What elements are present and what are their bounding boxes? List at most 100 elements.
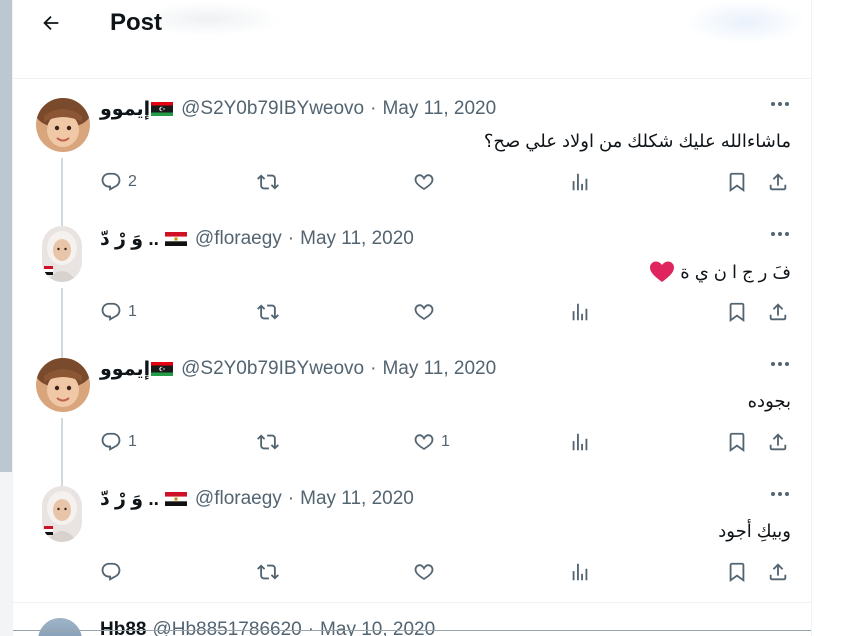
- display-name[interactable]: Hb88: [100, 619, 146, 636]
- tweet[interactable]: وَ رْ دّ .. @floraegy · May 11, 2020 فَ …: [13, 210, 811, 358]
- tweet[interactable]: إيموو @S2Y0b79IBYweovo · May 11, 2020 ما…: [13, 80, 811, 228]
- share-button[interactable]: [767, 560, 789, 584]
- reply-count: 1: [128, 433, 137, 450]
- more-dots-icon: [771, 102, 775, 106]
- heart-icon: [413, 431, 435, 453]
- scrollbar-track: [0, 472, 12, 636]
- more-button[interactable]: [771, 102, 789, 106]
- action-bar: 1 1: [100, 430, 800, 454]
- avatar[interactable]: [36, 98, 90, 152]
- separator: ·: [287, 228, 295, 249]
- tweet[interactable]: وَ رْ دّ .. @floraegy · May 11, 2020 وبي…: [13, 470, 811, 600]
- retweet-icon: [257, 431, 279, 453]
- like-button[interactable]: [413, 170, 441, 194]
- tweet-header: إيموو @S2Y0b79IBYweovo · May 11, 2020: [100, 358, 496, 380]
- handle[interactable]: @S2Y0b79IBYweovo: [181, 358, 364, 380]
- egypt-flag-icon: [164, 492, 187, 506]
- timestamp[interactable]: May 11, 2020: [382, 98, 496, 120]
- bookmark-icon: [726, 561, 748, 583]
- retweet-icon: [257, 171, 279, 193]
- handle[interactable]: @S2Y0b79IBYweovo: [181, 98, 364, 120]
- avatar[interactable]: [42, 486, 82, 542]
- more-dots-icon: [771, 232, 775, 236]
- bar-chart-icon: [569, 301, 591, 323]
- bar-chart-icon: [569, 561, 591, 583]
- retweet-button[interactable]: [257, 560, 279, 584]
- share-icon: [767, 171, 789, 193]
- more-button[interactable]: [771, 232, 789, 236]
- bar-chart-icon: [569, 431, 591, 453]
- like-button[interactable]: [413, 300, 441, 324]
- heart-icon: [413, 301, 435, 323]
- avatar[interactable]: [38, 618, 82, 636]
- reply-button[interactable]: 1: [100, 430, 137, 454]
- scrollbar[interactable]: [0, 0, 12, 472]
- like-button[interactable]: [413, 560, 441, 584]
- separator: ·: [287, 488, 295, 509]
- share-button[interactable]: [767, 170, 789, 194]
- retweet-icon: [257, 301, 279, 323]
- reply-button[interactable]: [100, 560, 128, 584]
- egypt-flag-icon: [164, 232, 187, 246]
- bookmark-icon: [726, 171, 748, 193]
- share-icon: [767, 431, 789, 453]
- bookmark-button[interactable]: [726, 300, 748, 324]
- more-button[interactable]: [771, 492, 789, 496]
- back-button[interactable]: [37, 9, 65, 37]
- reply-button[interactable]: 1: [100, 300, 137, 324]
- timestamp[interactable]: May 10, 2020: [320, 619, 435, 636]
- display-name[interactable]: وَ رْ دّ ..: [100, 488, 159, 511]
- reply-count: 2: [128, 173, 137, 190]
- reply-button[interactable]: 2: [100, 170, 137, 194]
- timestamp[interactable]: May 11, 2020: [300, 228, 414, 250]
- display-name[interactable]: إيموو: [100, 98, 150, 121]
- red-heart-icon: [650, 261, 675, 282]
- handle[interactable]: @floraegy: [195, 488, 282, 510]
- avatar[interactable]: [42, 226, 82, 282]
- retweet-button[interactable]: [257, 430, 279, 454]
- tweet-header: Hb88 @Hb8851786620 · May 10, 2020: [100, 619, 435, 636]
- like-count: 1: [441, 433, 450, 450]
- bookmark-button[interactable]: [726, 560, 748, 584]
- header-divider: [13, 78, 811, 79]
- libya-flag-icon: [151, 362, 174, 376]
- tweet[interactable]: Hb88 @Hb8851786620 · May 10, 2020: [13, 603, 811, 636]
- separator: ·: [370, 98, 377, 119]
- views-button[interactable]: [569, 170, 591, 194]
- separator: ·: [370, 358, 377, 379]
- display-name[interactable]: وَ رْ دّ ..: [100, 228, 159, 251]
- bookmark-button[interactable]: [726, 170, 748, 194]
- tweet-text: وبيكِ أجود: [718, 521, 791, 541]
- bookmark-icon: [726, 431, 748, 453]
- page-header: Post: [13, 0, 811, 78]
- bookmark-button[interactable]: [726, 430, 748, 454]
- reply-icon: [100, 171, 122, 193]
- views-button[interactable]: [569, 430, 591, 454]
- tweet-header: وَ رْ دّ .. @floraegy · May 11, 2020: [100, 488, 414, 510]
- handle[interactable]: @Hb8851786620: [152, 619, 301, 636]
- more-dots-icon: [771, 362, 775, 366]
- action-bar: 2: [100, 170, 800, 194]
- tweet-text-content: فَ ر ج ا ن ي ة: [680, 261, 791, 282]
- tweet[interactable]: إيموو @S2Y0b79IBYweovo · May 11, 2020 بج…: [13, 340, 811, 488]
- share-button[interactable]: [767, 300, 789, 324]
- column-border-right: [811, 0, 812, 636]
- views-button[interactable]: [569, 300, 591, 324]
- views-button[interactable]: [569, 560, 591, 584]
- retweet-button[interactable]: [257, 300, 279, 324]
- more-button[interactable]: [771, 362, 789, 366]
- handle[interactable]: @floraegy: [195, 228, 282, 250]
- bookmark-icon: [726, 301, 748, 323]
- share-button[interactable]: [767, 430, 789, 454]
- tweet-text: ماشاءالله عليك شكلك من اولاد علي صح؟: [483, 131, 791, 151]
- libya-flag-icon: [151, 102, 174, 116]
- like-button[interactable]: 1: [413, 430, 450, 454]
- avatar[interactable]: [36, 358, 90, 412]
- action-bar: 1: [100, 300, 800, 324]
- action-bar: [100, 560, 800, 584]
- timestamp[interactable]: May 11, 2020: [382, 358, 496, 380]
- timestamp[interactable]: May 11, 2020: [300, 488, 414, 510]
- retweet-button[interactable]: [257, 170, 279, 194]
- display-name[interactable]: إيموو: [100, 358, 150, 381]
- more-dots-icon: [771, 492, 775, 496]
